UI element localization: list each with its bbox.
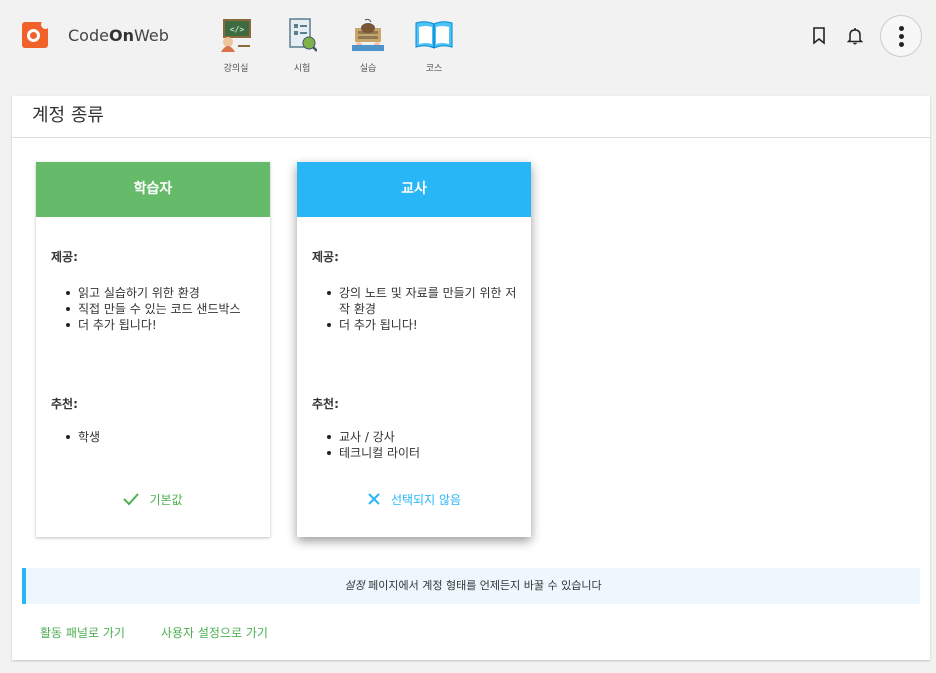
list-item: 더 추가 됩니다! (66, 317, 258, 333)
logo-mark-icon (22, 20, 50, 48)
more-menu-button[interactable] (880, 15, 922, 57)
recommended-label: 추천: (312, 397, 339, 411)
nav-item-course[interactable]: 코스 (401, 15, 467, 74)
teacher-card[interactable]: 교사 제공: 강의 노트 및 자료를 만들기 위한 저작 환경 더 추가 됩니다… (297, 162, 531, 537)
status-label: 선택되지 않음 (390, 492, 462, 507)
svg-text:</>: </> (230, 25, 245, 34)
settings-emphasis: 설정 (344, 579, 365, 592)
list-item: 교사 / 강사 (327, 429, 519, 445)
nav-label: 실습 (359, 64, 377, 74)
status-label: 기본값 (149, 492, 183, 507)
notifications-button[interactable] (840, 15, 870, 57)
list-item: 더 추가 됩니다! (327, 317, 519, 333)
check-icon (123, 493, 140, 506)
list-item: 읽고 실습하기 위한 환경 (66, 285, 258, 301)
default-status: 기본값 (36, 487, 270, 511)
page-title: 계정 종류 (12, 96, 930, 138)
list-item: 학생 (66, 429, 258, 445)
go-to-dashboard-link[interactable]: 활동 패널로 가기 (40, 624, 125, 641)
classroom-icon: </> (203, 15, 269, 55)
learner-card[interactable]: 학습자 제공: 읽고 실습하기 위한 환경 직접 만들 수 있는 코드 샌드박스… (36, 162, 270, 537)
codeonweb-logo[interactable]: CodeOnWeb (22, 20, 169, 48)
footer-links: 활동 패널로 가기 사용자 설정으로 가기 (40, 624, 304, 641)
list-item: 테크니컬 라이터 (327, 445, 519, 461)
nav-item-exam[interactable]: 시험 (269, 15, 335, 74)
provides-list: 읽고 실습하기 위한 환경 직접 만들 수 있는 코드 샌드박스 더 추가 됩니… (66, 285, 258, 333)
more-vert-icon (898, 25, 904, 47)
recommended-list: 교사 / 강사 테크니컬 라이터 (327, 429, 519, 461)
bookmark-icon (813, 27, 825, 45)
top-header: CodeOnWeb </> 강의실 시험 실습 코스 (0, 0, 936, 88)
nav-item-practice[interactable]: 실습 (335, 15, 401, 74)
nav-label: 강의실 (223, 64, 249, 74)
bookmark-button[interactable] (804, 15, 834, 57)
bell-icon (847, 28, 863, 45)
practice-icon (335, 15, 401, 55)
nav-item-classroom[interactable]: </> 강의실 (203, 15, 269, 74)
nav-label: 시험 (293, 64, 311, 74)
provides-label: 제공: (51, 250, 78, 264)
info-notice: 설정 페이지에서 계정 형태를 언제든지 바꿀 수 있습니다 (22, 568, 920, 604)
not-selected-status[interactable]: 선택되지 않음 (297, 487, 531, 511)
go-to-settings-link[interactable]: 사용자 설정으로 가기 (161, 624, 268, 641)
card-title: 학습자 (36, 162, 270, 217)
course-book-icon (401, 15, 467, 55)
list-item: 직접 만들 수 있는 코드 샌드박스 (66, 301, 258, 317)
logo-text: CodeOnWeb (68, 25, 169, 45)
list-item: 강의 노트 및 자료를 만들기 위한 저작 환경 (327, 285, 519, 317)
provides-list: 강의 노트 및 자료를 만들기 위한 저작 환경 더 추가 됩니다! (327, 285, 519, 333)
recommended-label: 추천: (51, 397, 78, 411)
main-nav: </> 강의실 시험 실습 코스 (203, 15, 467, 74)
header-actions (798, 15, 922, 57)
recommended-list: 학생 (66, 429, 258, 445)
card-title: 교사 (297, 162, 531, 217)
account-type-panel: 계정 종류 학습자 제공: 읽고 실습하기 위한 환경 직접 만들 수 있는 코… (12, 96, 930, 660)
close-icon (368, 493, 380, 505)
notice-text: 페이지에서 계정 형태를 언제든지 바꿀 수 있습니다 (364, 579, 602, 592)
provides-label: 제공: (312, 250, 339, 264)
nav-label: 코스 (425, 64, 443, 74)
exam-icon (269, 15, 335, 55)
